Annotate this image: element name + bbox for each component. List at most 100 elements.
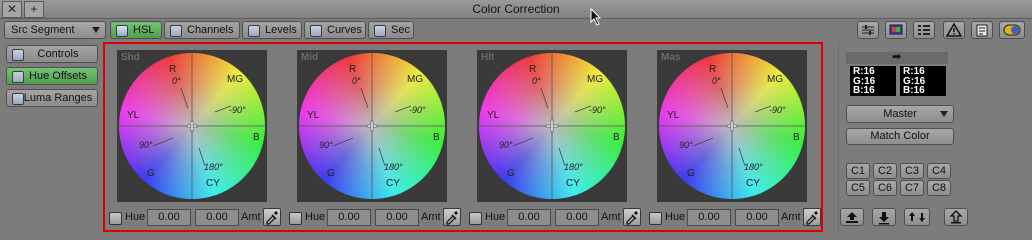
hue-wheel-mid[interactable]: Mid R MG YL B G CY 0° -90° 90° 180° (297, 50, 447, 202)
hue-checkbox[interactable] (469, 212, 482, 225)
checkbox-icon (248, 25, 260, 37)
eyedropper-icon[interactable] (623, 208, 641, 226)
amt-label: Amt (781, 211, 801, 223)
tab-hsl[interactable]: HSL (110, 21, 162, 39)
wheel-marker-yl: YL (487, 110, 500, 121)
hue-wheel-mas[interactable]: Mas R MG YL B G CY 0° -90° 90° 180° (657, 50, 807, 202)
wheel-marker-deg180: 180° (204, 162, 223, 172)
tab-channels[interactable]: Channels (164, 21, 240, 39)
color-preset-button-c8[interactable]: C8 (927, 180, 951, 196)
wheel-marker-g: G (327, 168, 335, 179)
clipboard-icon[interactable] (971, 21, 993, 39)
up-arrow-icon[interactable] (944, 208, 968, 226)
amount-value-field[interactable]: 0.00 (555, 209, 599, 226)
wheel-marker-mg: MG (227, 74, 243, 85)
wheel-marker-g: G (687, 168, 695, 179)
wheel-marker-cy: CY (746, 178, 760, 189)
wheel-marker-mg: MG (767, 74, 783, 85)
tab-label: Sec (391, 24, 410, 36)
checkbox-icon (12, 93, 24, 105)
wheel-marker-b: B (433, 132, 440, 143)
eyedropper-icon[interactable] (803, 208, 821, 226)
mode-dropdown-label: Master (883, 108, 917, 120)
wheel-marker-b: B (253, 132, 260, 143)
swatch-target: R:16 G:16 B:16 (900, 66, 946, 96)
window-title: Color Correction (472, 2, 560, 16)
hue-label: Hue (665, 211, 686, 223)
wheel-marker-b: B (613, 132, 620, 143)
chevron-down-icon (92, 27, 100, 33)
mode-dropdown[interactable]: Master (846, 105, 954, 123)
hue-value-field[interactable]: 0.00 (147, 209, 191, 226)
tab-sec[interactable]: Sec (368, 21, 414, 39)
wheel-marker-deg90: 90° (139, 140, 153, 150)
stack-swap-icon[interactable] (904, 208, 930, 226)
hue-offsets-button[interactable]: Hue Offsets (6, 67, 98, 85)
wheel-marker-r: R (529, 64, 536, 75)
hue-checkbox[interactable] (649, 212, 662, 225)
down-arrow-icon[interactable] (872, 208, 896, 226)
color-preset-button-c1[interactable]: C1 (846, 163, 870, 179)
amount-value-field[interactable]: 0.00 (735, 209, 779, 226)
luma-ranges-label: Luma Ranges (23, 92, 93, 104)
swatch-source-b: B:16 (853, 85, 875, 97)
hue-label: Hue (125, 211, 146, 223)
color-preset-button-c6[interactable]: C6 (873, 180, 897, 196)
wheel-marker-g: G (507, 168, 515, 179)
wheel-marker-cy: CY (566, 178, 580, 189)
match-color-button[interactable]: Match Color (846, 128, 954, 145)
wheel-marker-degm90: -90° (229, 105, 246, 115)
wheel-marker-deg180: 180° (564, 162, 583, 172)
stack-up-icon[interactable] (840, 208, 864, 226)
wheel-marker-yl: YL (307, 110, 320, 121)
hue-value-field[interactable]: 0.00 (687, 209, 731, 226)
wheel-marker-degm90: -90° (769, 105, 786, 115)
warning-icon[interactable] (943, 21, 965, 39)
toolbar: Src Segment HSL Channels Levels Curves S… (0, 19, 1032, 41)
tab-curves[interactable]: Curves (304, 21, 366, 39)
sliders-icon[interactable] (857, 21, 879, 39)
hue-checkbox[interactable] (109, 212, 122, 225)
amt-label: Amt (601, 211, 621, 223)
hue-value-field[interactable]: 0.00 (327, 209, 371, 226)
wheel-marker-deg90: 90° (319, 140, 333, 150)
wheel-marker-mg: MG (407, 74, 423, 85)
title-bar: ✕ + Color Correction (0, 0, 1032, 26)
wheel-marker-deg0: 0° (352, 76, 361, 86)
luma-ranges-button[interactable]: Luma Ranges (6, 89, 98, 107)
swatch-target-b: B:16 (903, 85, 925, 97)
eyedropper-icon[interactable] (443, 208, 461, 226)
tab-label: HSL (133, 24, 155, 36)
color-preset-button-c5[interactable]: C5 (846, 180, 870, 196)
wheel-marker-r: R (349, 64, 356, 75)
tab-levels[interactable]: Levels (242, 21, 302, 39)
list-settings-icon[interactable] (913, 21, 935, 39)
tab-label: Levels (265, 24, 297, 36)
wheel-marker-cy: CY (206, 178, 220, 189)
color-preset-button-c3[interactable]: C3 (900, 163, 924, 179)
color-preset-button-c2[interactable]: C2 (873, 163, 897, 179)
amount-value-field[interactable]: 0.00 (375, 209, 419, 226)
controls-button[interactable]: Controls (6, 45, 98, 63)
toggle-icon[interactable] (999, 21, 1025, 39)
color-display-icon[interactable] (885, 21, 907, 39)
wheel-marker-cy: CY (386, 178, 400, 189)
wheel-marker-r: R (169, 64, 176, 75)
wheel-marker-deg180: 180° (384, 162, 403, 172)
controls-label: Controls (37, 48, 79, 60)
hue-wheel-shd[interactable]: Shd R MG YL B G CY 0° -90° 90° 180° (117, 50, 267, 202)
hue-label: Hue (485, 211, 506, 223)
hue-value-field[interactable]: 0.00 (507, 209, 551, 226)
source-dropdown[interactable]: Src Segment (4, 21, 106, 39)
hue-wheel-hlt[interactable]: Hlt R MG YL B G CY 0° -90° 90° 180° (477, 50, 627, 202)
wheel-marker-r: R (709, 64, 716, 75)
swatch-source: R:16 G:16 B:16 (850, 66, 896, 96)
checkbox-icon (12, 49, 24, 61)
eyedropper-icon[interactable] (263, 208, 281, 226)
wheel-marker-deg180: 180° (744, 162, 763, 172)
amount-value-field[interactable]: 0.00 (195, 209, 239, 226)
color-preset-button-c7[interactable]: C7 (900, 180, 924, 196)
hue-checkbox[interactable] (289, 212, 302, 225)
checkbox-icon (116, 25, 128, 37)
color-preset-button-c4[interactable]: C4 (927, 163, 951, 179)
